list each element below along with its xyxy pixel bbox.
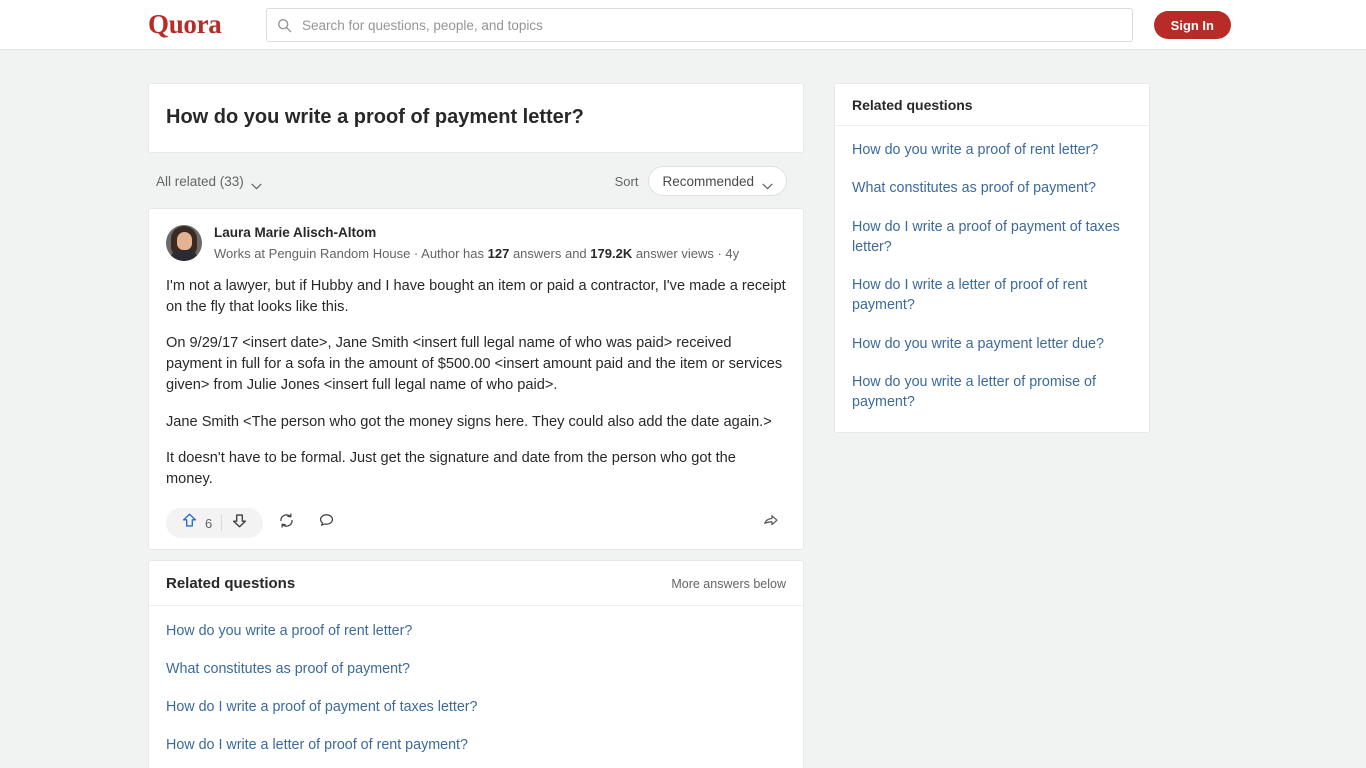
list-item[interactable]: How do I write a proof of payment of tax… xyxy=(835,208,1149,267)
related-questions-card: Related questions More answers below How… xyxy=(148,560,804,768)
avatar-body xyxy=(170,250,198,261)
answers-count: 127 xyxy=(487,246,510,262)
list-item[interactable]: How do I write a proof of payment of tax… xyxy=(149,688,803,726)
downvote-icon xyxy=(231,512,248,534)
answer-filter-row: All related (33) Sort Recommended xyxy=(148,163,804,199)
search-input[interactable] xyxy=(300,16,1122,34)
upvote-button[interactable]: 6 xyxy=(172,508,221,538)
answer-paragraph: Jane Smith <The person who got the money… xyxy=(166,413,772,430)
credential-mid: answers and xyxy=(509,246,591,262)
page-body: How do you write a proof of payment lett… xyxy=(0,50,1366,768)
author-text-block: Laura Marie Alisch-Altom Works at Pengui… xyxy=(214,223,739,264)
list-item[interactable]: How do I write a letter of proof of rent… xyxy=(149,726,803,764)
chevron-down-icon xyxy=(762,178,773,189)
related-questions-list: How do you write a proof of rent letter?… xyxy=(149,606,803,768)
repost-icon xyxy=(278,512,295,534)
list-item[interactable]: How do you write a payment letter due? xyxy=(149,764,803,768)
vote-pill: 6 xyxy=(166,508,264,538)
list-item[interactable]: How do you write a proof of rent letter? xyxy=(149,612,803,650)
question-card: How do you write a proof of payment lett… xyxy=(148,83,804,153)
answer-paragraph: On 9/29/17 <insert date>, Jane Smith <in… xyxy=(166,335,783,394)
list-item[interactable]: How do I write a letter of proof of rent… xyxy=(835,266,1149,325)
chevron-down-icon xyxy=(251,178,262,189)
downvote-button[interactable] xyxy=(222,508,257,538)
answer-body: I'm not a lawyer, but if Hubby and I hav… xyxy=(166,276,786,490)
main-column: How do you write a proof of payment lett… xyxy=(148,83,804,768)
author-credential: Works at Penguin Random House · Author h… xyxy=(214,244,739,264)
sidebar-related-questions-list: How do you write a proof of rent letter?… xyxy=(835,126,1149,432)
page-title: How do you write a proof of payment lett… xyxy=(166,106,584,128)
avatar-face xyxy=(177,232,192,250)
upvote-count: 6 xyxy=(205,515,213,531)
sign-in-button[interactable]: Sign In xyxy=(1153,11,1231,39)
repost-button[interactable] xyxy=(269,508,303,538)
answer-paragraph: It doesn't have to be formal. Just get t… xyxy=(166,449,736,487)
credential-prefix: Works at Penguin Random House · Author h… xyxy=(214,246,488,262)
sort-value: Recommended xyxy=(662,173,754,189)
share-icon xyxy=(762,512,780,535)
answer-author: Laura Marie Alisch-Altom Works at Pengui… xyxy=(166,223,786,264)
comment-icon xyxy=(318,512,335,534)
comment-button[interactable] xyxy=(309,508,343,538)
all-related-dropdown[interactable]: All related (33) xyxy=(156,174,262,189)
share-button[interactable] xyxy=(756,508,786,538)
list-item[interactable]: What constitutes as proof of payment? xyxy=(149,650,803,688)
related-questions-title: Related questions xyxy=(166,575,296,592)
author-name[interactable]: Laura Marie Alisch-Altom xyxy=(214,223,739,243)
answer-action-bar: 6 xyxy=(166,507,786,539)
sort-dropdown[interactable]: Recommended xyxy=(648,166,787,196)
answer-card: Laura Marie Alisch-Altom Works at Pengui… xyxy=(148,208,804,550)
list-item[interactable]: How do you write a proof of rent letter? xyxy=(835,131,1149,169)
sort-control: Sort Recommended xyxy=(615,166,787,196)
answer-paragraph: I'm not a lawyer, but if Hubby and I hav… xyxy=(166,277,786,315)
more-answers-below-label: More answers below xyxy=(671,576,786,591)
related-questions-header: Related questions More answers below xyxy=(149,561,803,606)
quora-logo[interactable]: Quora xyxy=(148,9,222,40)
upvote-icon xyxy=(181,512,198,534)
views-count: 179.2K xyxy=(590,246,633,262)
list-item[interactable]: How do you write a payment letter due? xyxy=(835,325,1149,363)
list-item[interactable]: How do you write a letter of promise of … xyxy=(835,363,1149,422)
credential-suffix: answer views · 4y xyxy=(632,246,740,262)
search-icon xyxy=(277,18,292,33)
sidebar: Related questions How do you write a pro… xyxy=(834,83,1150,443)
avatar[interactable] xyxy=(166,225,202,261)
site-header: Quora Sign In xyxy=(0,0,1366,50)
sidebar-related-questions-card: Related questions How do you write a pro… xyxy=(834,83,1150,433)
search-bar[interactable] xyxy=(266,8,1133,42)
list-item[interactable]: What constitutes as proof of payment? xyxy=(835,169,1149,207)
sort-label: Sort xyxy=(614,173,639,189)
sidebar-related-questions-title: Related questions xyxy=(835,84,1149,126)
all-related-label: All related (33) xyxy=(156,173,244,189)
